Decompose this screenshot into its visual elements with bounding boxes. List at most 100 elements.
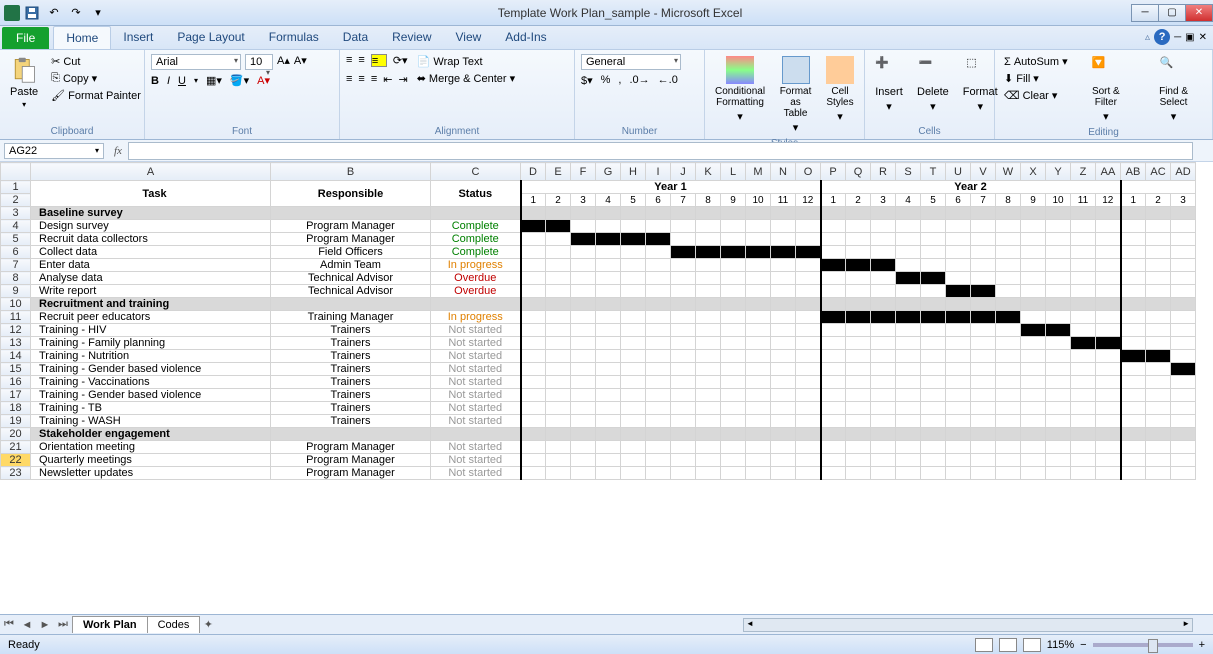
gantt-cell[interactable]	[1021, 220, 1046, 233]
gantt-cell[interactable]	[646, 233, 671, 246]
gantt-cell[interactable]	[746, 285, 771, 298]
gantt-cell[interactable]	[996, 311, 1021, 324]
gantt-cell[interactable]	[1171, 272, 1196, 285]
status-cell[interactable]: In progress	[431, 311, 521, 324]
underline-button[interactable]: U	[178, 75, 186, 87]
gantt-cell[interactable]	[896, 337, 921, 350]
gantt-cell[interactable]	[671, 467, 696, 480]
col-header[interactable]: F	[571, 163, 596, 181]
gantt-cell[interactable]	[796, 324, 821, 337]
responsible-cell[interactable]: Trainers	[271, 402, 431, 415]
gantt-cell[interactable]	[646, 376, 671, 389]
gantt-cell[interactable]	[771, 259, 796, 272]
gantt-cell[interactable]	[1021, 337, 1046, 350]
col-header[interactable]: J	[671, 163, 696, 181]
gantt-cell[interactable]	[871, 272, 896, 285]
gantt-cell[interactable]	[1046, 272, 1071, 285]
gantt-cell[interactable]	[596, 337, 621, 350]
gantt-cell[interactable]	[621, 272, 646, 285]
gantt-cell[interactable]	[1021, 389, 1046, 402]
number-format-combo[interactable]: General	[581, 54, 681, 70]
help-icon[interactable]: ?	[1154, 29, 1170, 45]
col-header[interactable]: C	[431, 163, 521, 181]
gantt-cell[interactable]	[621, 402, 646, 415]
gantt-cell[interactable]	[1021, 311, 1046, 324]
gantt-cell[interactable]	[1146, 272, 1171, 285]
gantt-cell[interactable]	[1071, 441, 1096, 454]
gantt-cell[interactable]	[1021, 363, 1046, 376]
gantt-cell[interactable]	[721, 311, 746, 324]
find-select-button[interactable]: 🔍Find & Select▾	[1141, 54, 1206, 125]
row-header[interactable]: 14	[1, 350, 31, 363]
gantt-cell[interactable]	[1146, 246, 1171, 259]
gantt-cell[interactable]	[746, 415, 771, 428]
gantt-cell[interactable]	[946, 454, 971, 467]
gantt-cell[interactable]	[621, 246, 646, 259]
gantt-cell[interactable]	[996, 324, 1021, 337]
gantt-cell[interactable]	[796, 272, 821, 285]
responsible-cell[interactable]: Program Manager	[271, 467, 431, 480]
gantt-cell[interactable]	[921, 389, 946, 402]
gantt-cell[interactable]	[671, 324, 696, 337]
task-cell[interactable]: Orientation meeting	[31, 441, 271, 454]
gantt-cell[interactable]	[1046, 441, 1071, 454]
gantt-cell[interactable]	[696, 272, 721, 285]
gantt-cell[interactable]	[521, 311, 546, 324]
gantt-cell[interactable]	[1021, 259, 1046, 272]
gantt-cell[interactable]	[521, 376, 546, 389]
gantt-cell[interactable]	[1121, 376, 1146, 389]
gantt-cell[interactable]	[721, 454, 746, 467]
decrease-decimal-icon[interactable]: ←.0	[658, 74, 678, 87]
gantt-cell[interactable]	[1096, 363, 1121, 376]
align-left-icon[interactable]: ≡	[346, 73, 352, 86]
gantt-cell[interactable]	[1071, 259, 1096, 272]
gantt-cell[interactable]	[721, 402, 746, 415]
gantt-cell[interactable]	[871, 350, 896, 363]
gantt-cell[interactable]	[846, 415, 871, 428]
gantt-cell[interactable]	[571, 324, 596, 337]
tab-data[interactable]: Data	[331, 26, 380, 49]
gantt-cell[interactable]	[1046, 350, 1071, 363]
gantt-cell[interactable]	[1071, 350, 1096, 363]
qat-dropdown-icon[interactable]: ▾	[88, 3, 108, 23]
gantt-cell[interactable]	[1146, 285, 1171, 298]
responsible-cell[interactable]: Trainers	[271, 337, 431, 350]
gantt-cell[interactable]	[796, 376, 821, 389]
gantt-cell[interactable]	[1046, 285, 1071, 298]
gantt-cell[interactable]	[671, 246, 696, 259]
task-cell[interactable]: Collect data	[31, 246, 271, 259]
close-button[interactable]: ✕	[1185, 4, 1213, 22]
gantt-cell[interactable]	[871, 363, 896, 376]
gantt-cell[interactable]	[1121, 324, 1146, 337]
gantt-cell[interactable]	[1096, 402, 1121, 415]
page-layout-view-icon[interactable]	[999, 638, 1017, 652]
gantt-cell[interactable]	[1121, 415, 1146, 428]
gantt-cell[interactable]	[1096, 376, 1121, 389]
align-center-icon[interactable]: ≡	[358, 73, 364, 86]
gantt-cell[interactable]	[621, 467, 646, 480]
gantt-cell[interactable]	[971, 467, 996, 480]
gantt-cell[interactable]	[721, 285, 746, 298]
gantt-cell[interactable]	[996, 233, 1021, 246]
section-cell[interactable]: Recruitment and training	[31, 298, 271, 311]
comma-icon[interactable]: ,	[618, 74, 621, 87]
gantt-cell[interactable]	[621, 454, 646, 467]
gantt-cell[interactable]	[796, 467, 821, 480]
gantt-cell[interactable]	[646, 285, 671, 298]
copy-button[interactable]: ⎘Copy ▾	[48, 71, 144, 86]
gantt-cell[interactable]	[696, 311, 721, 324]
paste-button[interactable]: Paste▾	[6, 54, 42, 124]
gantt-cell[interactable]	[1171, 259, 1196, 272]
gantt-cell[interactable]	[996, 285, 1021, 298]
gantt-cell[interactable]	[571, 246, 596, 259]
gantt-cell[interactable]	[1096, 272, 1121, 285]
redo-icon[interactable]: ↷	[66, 3, 86, 23]
gantt-cell[interactable]	[521, 363, 546, 376]
doc-close-icon[interactable]: ✕	[1199, 32, 1207, 43]
gantt-cell[interactable]	[546, 389, 571, 402]
gantt-cell[interactable]	[821, 441, 846, 454]
gantt-cell[interactable]	[896, 311, 921, 324]
status-cell[interactable]: Not started	[431, 376, 521, 389]
gantt-cell[interactable]	[771, 311, 796, 324]
new-sheet-icon[interactable]: ✦	[199, 618, 217, 631]
